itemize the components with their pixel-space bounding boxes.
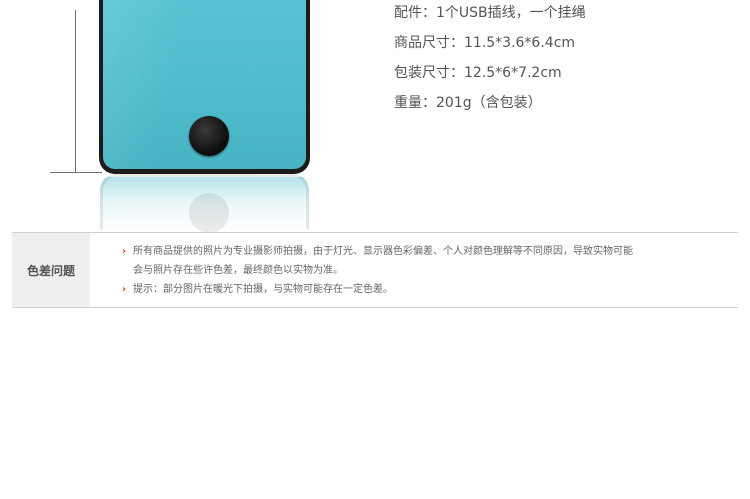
- spec-product-size: 商品尺寸：11.5*3.6*6.4cm: [394, 35, 576, 51]
- chevron-right-icon: ›: [122, 246, 127, 257]
- notice-item-line: 所有商品提供的照片为专业摄影师拍摄，由于灯光、显示器色彩偏差、个人对颜色理解等不…: [133, 246, 633, 257]
- notice-label-cell: 色差问题: [12, 233, 90, 307]
- spec-accessories: 配件：1个USB插线，一个挂绳: [394, 5, 586, 21]
- notice-item: › 提示：部分图片在暖光下拍摄，与实物可能存在一定色差。: [122, 280, 722, 299]
- product-image-area: 配件：1个USB插线，一个挂绳 商品尺寸：11.5*3.6*6.4cm 包装尺寸…: [0, 0, 750, 233]
- spec-package-size: 包装尺寸：12.5*6*7.2cm: [394, 65, 562, 81]
- spec-weight: 重量：201g（含包装）: [394, 95, 542, 111]
- reflection-button-icon: [189, 193, 229, 233]
- notice-item: › 所有商品提供的照片为专业摄影师拍摄，由于灯光、显示器色彩偏差、个人对颜色理解…: [122, 242, 722, 280]
- notice-item-line: 提示：部分图片在暖光下拍摄，与实物可能存在一定色差。: [133, 284, 393, 295]
- color-difference-notice: 色差问题 › 所有商品提供的照片为专业摄影师拍摄，由于灯光、显示器色彩偏差、个人…: [12, 232, 738, 308]
- device-gloss: [103, 0, 195, 169]
- dimension-line-vertical: [75, 10, 76, 172]
- dimension-line-horizontal: [50, 172, 102, 173]
- product-device: [99, 0, 310, 174]
- device-reflection: [100, 174, 309, 233]
- product-specs: 配件：1个USB插线，一个挂绳 商品尺寸：11.5*3.6*6.4cm 包装尺寸…: [394, 0, 586, 118]
- notice-body: › 所有商品提供的照片为专业摄影师拍摄，由于灯光、显示器色彩偏差、个人对颜色理解…: [122, 242, 722, 299]
- notice-label: 色差问题: [26, 263, 75, 278]
- device-face: [103, 0, 306, 169]
- round-button-icon: [189, 116, 229, 156]
- chevron-right-icon: ›: [122, 284, 127, 295]
- notice-item-line: 会与照片存在些许色差，最终颜色以实物为准。: [133, 265, 343, 276]
